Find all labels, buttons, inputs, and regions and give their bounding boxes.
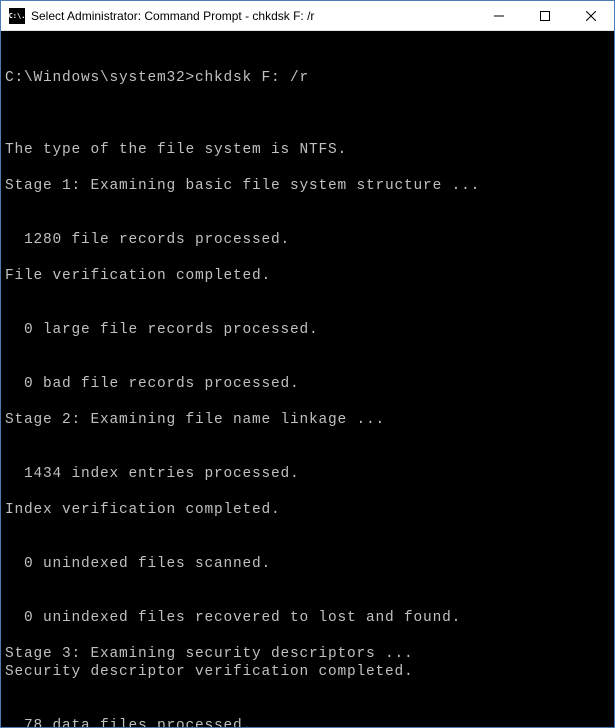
minimize-icon [494,11,504,21]
terminal-line [5,339,610,357]
terminal-line [5,195,610,213]
command-text: chkdsk F: /r [195,70,309,86]
minimize-button[interactable] [476,1,522,30]
terminal-line: 0 unindexed files recovered to lost and … [5,609,610,627]
terminal-line [5,159,610,177]
terminal-line: 0 bad file records processed. [5,375,610,393]
terminal-line: 1280 file records processed. [5,231,610,249]
terminal-lines: The type of the file system is NTFS. Stag… [5,123,610,727]
terminal-line [5,627,610,645]
close-button[interactable] [568,1,614,30]
terminal-line [5,123,610,141]
maximize-button[interactable] [522,1,568,30]
terminal-line: 78 data files processed. [5,717,610,727]
terminal-line [5,699,610,717]
terminal-line: File verification completed. [5,267,610,285]
terminal-line [5,483,610,501]
terminal-line [5,519,610,537]
titlebar[interactable]: C:\. Select Administrator: Command Promp… [1,1,614,31]
terminal-output[interactable]: C:\Windows\system32>chkdsk F: /r The typ… [1,31,614,727]
terminal-line [5,537,610,555]
terminal-line: Stage 3: Examining security descriptors … [5,645,610,663]
terminal-line: Stage 2: Examining file name linkage ... [5,411,610,429]
terminal-line [5,393,610,411]
terminal-line [5,249,610,267]
terminal-line [5,429,610,447]
terminal-line [5,285,610,303]
terminal-line [5,681,610,699]
terminal-line [5,573,610,591]
terminal-line [5,213,610,231]
close-icon [586,11,596,21]
prompt-text: C:\Windows\system32> [5,70,195,86]
terminal-line: 1434 index entries processed. [5,465,610,483]
cmd-icon: C:\. [9,8,25,24]
terminal-line: Security descriptor verification complet… [5,663,610,681]
terminal-line [5,447,610,465]
terminal-line: Stage 1: Examining basic file system str… [5,177,610,195]
terminal-line: 0 unindexed files scanned. [5,555,610,573]
terminal-line [5,357,610,375]
prompt-line: C:\Windows\system32>chkdsk F: /r [5,69,610,87]
terminal-line [5,591,610,609]
window-title: Select Administrator: Command Prompt - c… [31,9,476,23]
terminal-line: 0 large file records processed. [5,321,610,339]
window-controls [476,1,614,30]
terminal-line: The type of the file system is NTFS. [5,141,610,159]
maximize-icon [540,11,550,21]
terminal-line [5,303,610,321]
terminal-line: Index verification completed. [5,501,610,519]
